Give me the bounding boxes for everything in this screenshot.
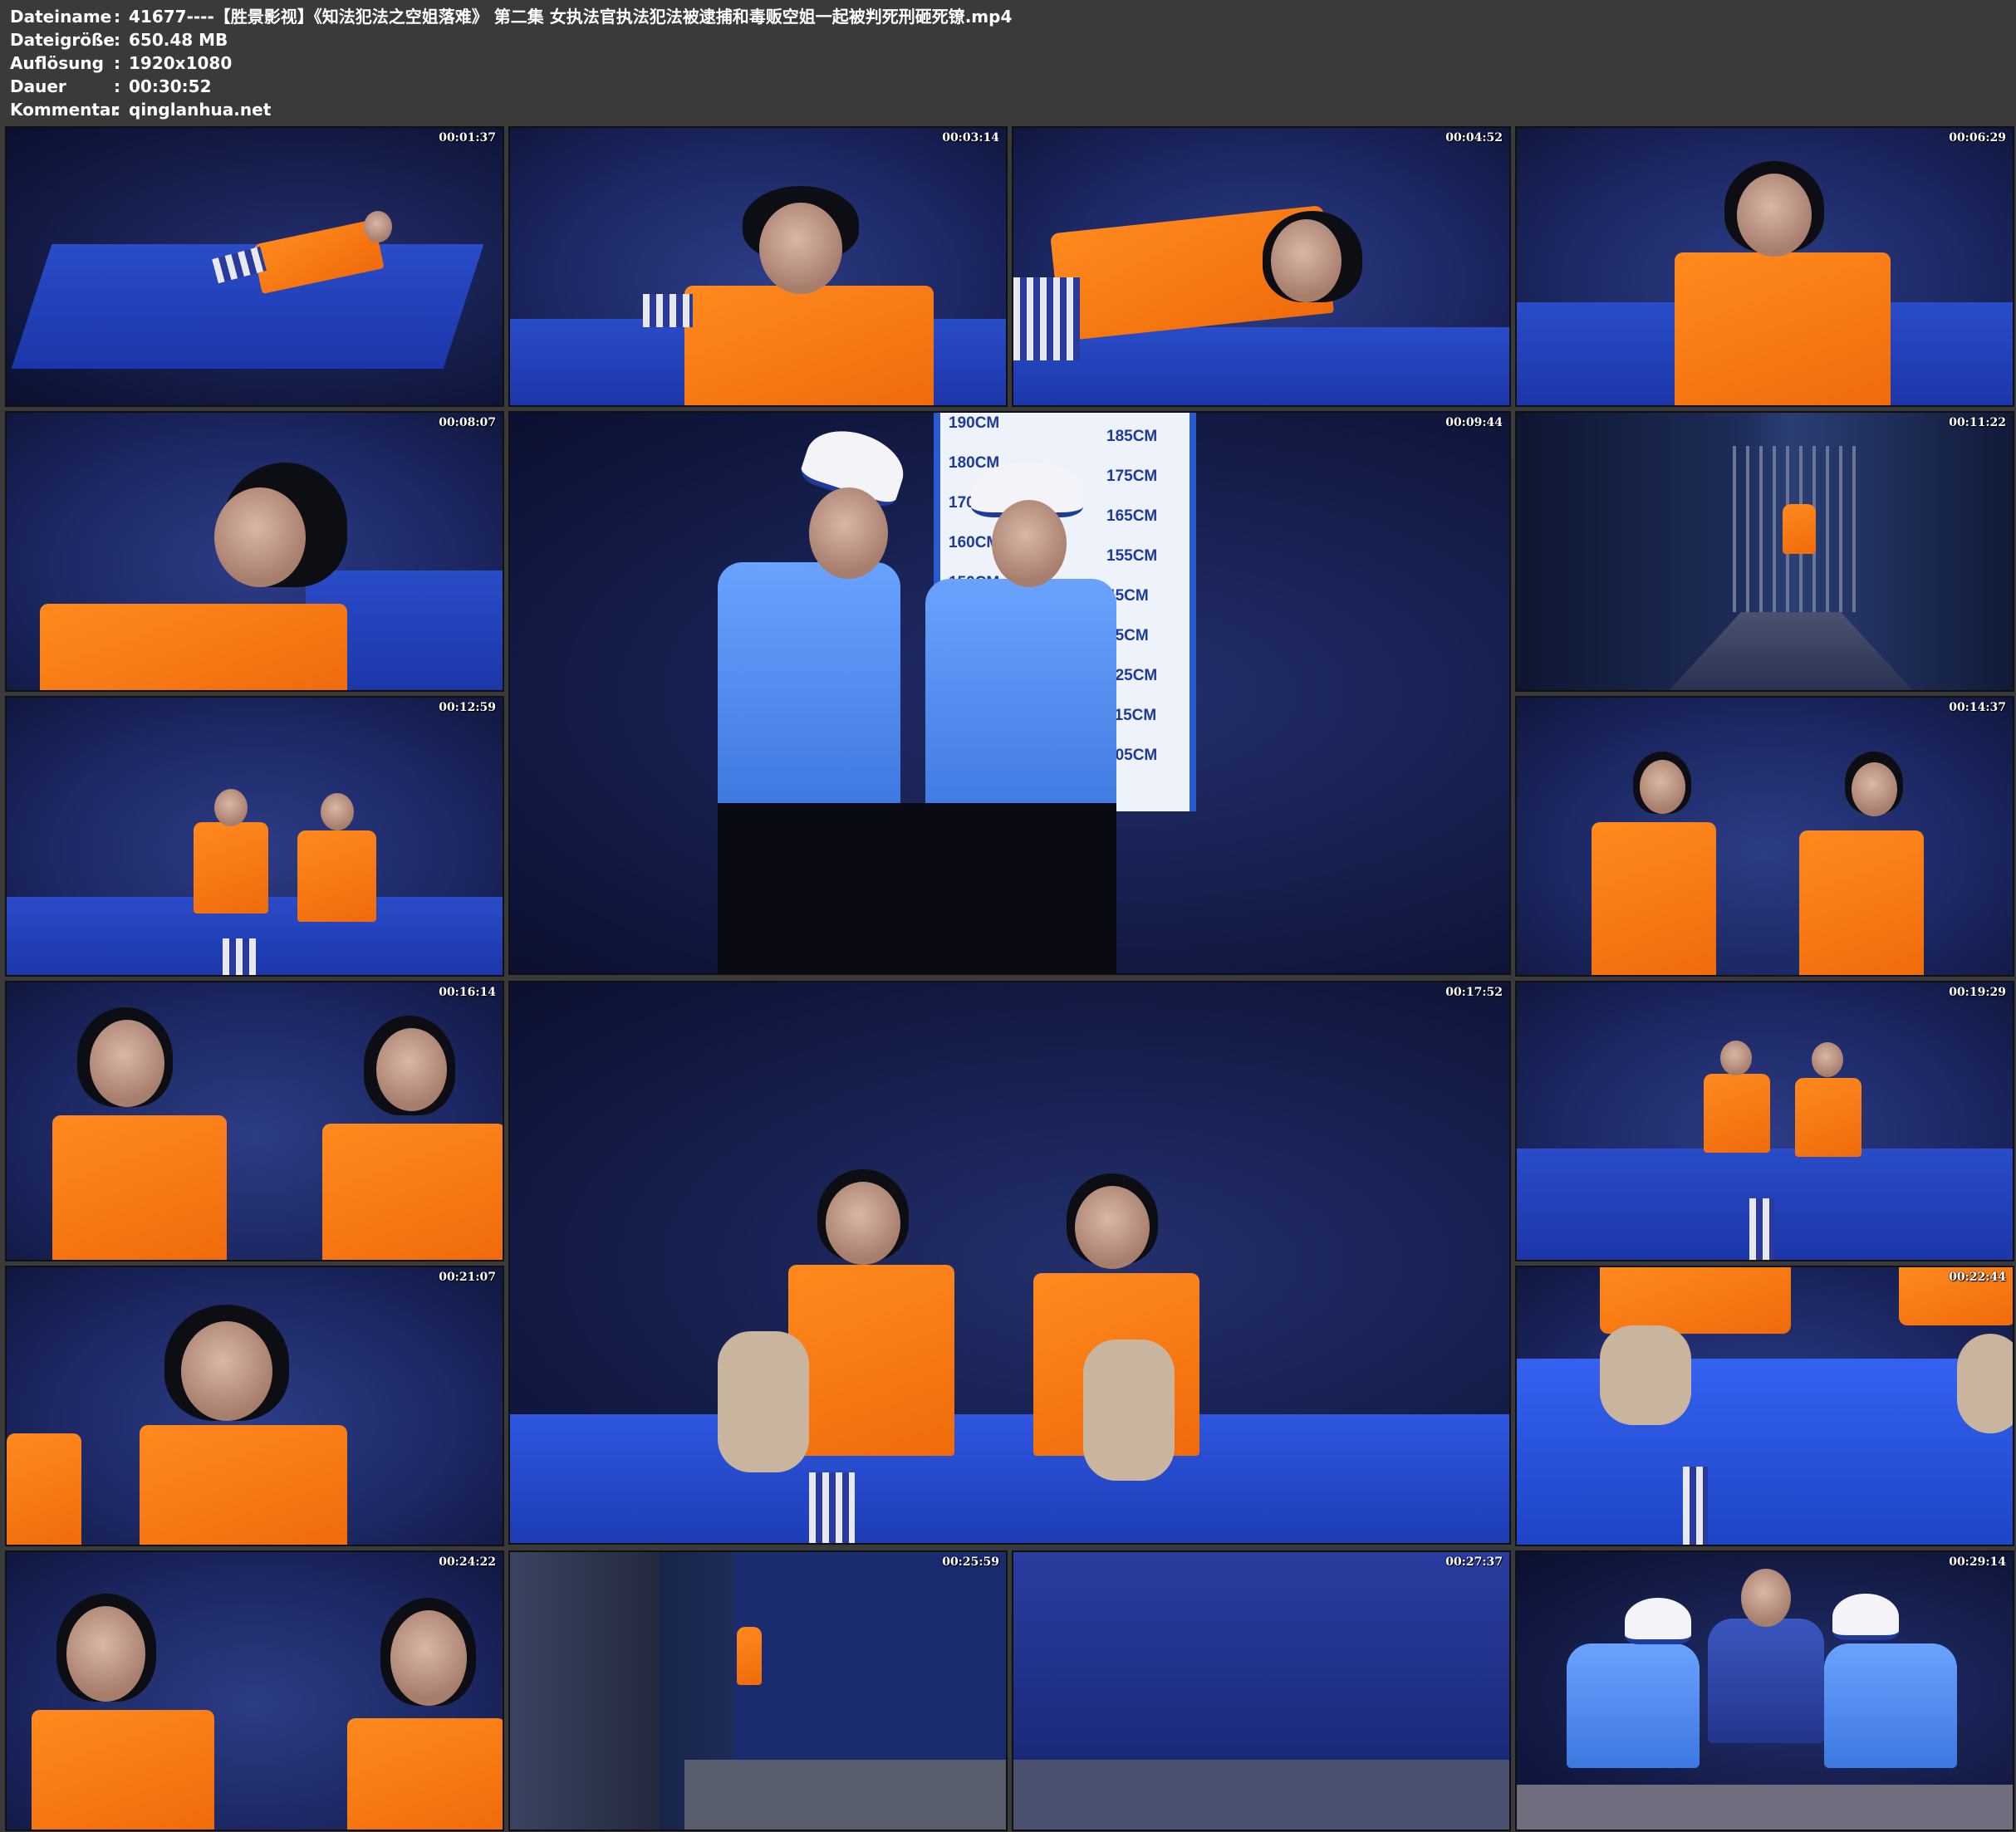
resolution-value: 1920x1080 <box>129 53 233 73</box>
file-metadata: Dateiname : 41677----【胜景影视】《知法犯法之空姐落难》 第… <box>10 5 1012 121</box>
timestamp: 00:08:07 <box>439 416 496 429</box>
timestamp: 00:27:37 <box>1445 1555 1503 1569</box>
thumbnail-1: 00:01:37 <box>5 126 504 407</box>
timestamp: 00:03:14 <box>942 131 999 145</box>
filesize-value: 650.48 MB <box>129 30 228 50</box>
thumbnail-8: 00:12:59 <box>5 696 504 977</box>
timestamp: 00:14:37 <box>1949 701 2006 714</box>
timestamp: 00:25:59 <box>942 1555 999 1569</box>
thumbnail-12: 00:19:29 <box>1515 981 2014 1261</box>
thumbnail-15: 00:24:22 <box>5 1550 504 1831</box>
thumbnail-10: 00:16:14 <box>5 981 504 1261</box>
timestamp: 00:22:44 <box>1949 1271 2006 1284</box>
thumbnail-9: 00:14:37 <box>1515 696 2014 977</box>
thumbnail-13: 00:21:07 <box>5 1266 504 1546</box>
thumbnail-18: 00:29:14 <box>1515 1550 2014 1831</box>
timestamp: 00:17:52 <box>1445 986 1503 999</box>
meta-row-resolution: Auflösung : 1920x1080 <box>10 53 233 73</box>
duration-value: 00:30:52 <box>129 76 212 96</box>
thumbnail-14: 00:22:44 <box>1515 1266 2014 1546</box>
meta-row-filename: Dateiname : 41677----【胜景影视】《知法犯法之空姐落难》 第… <box>10 7 1013 27</box>
meta-row-filesize: Dateigröße : 650.48 MB <box>10 30 228 50</box>
timestamp: 00:09:44 <box>1445 416 1503 429</box>
timestamp: 00:19:29 <box>1949 986 2006 999</box>
thumbnail-4: 00:06:29 <box>1515 126 2014 407</box>
timestamp: 00:06:29 <box>1949 131 2006 145</box>
thumbnail-7: 00:11:22 <box>1515 411 2014 692</box>
thumbnail-16: 00:25:59 <box>508 1550 1008 1831</box>
timestamp: 00:29:14 <box>1949 1555 2006 1569</box>
meta-row-duration: Dauer : 00:30:52 <box>10 76 212 96</box>
thumbnail-6: 190CM 180CM 170 160CM 150CM 185CM 175CM … <box>508 411 1511 975</box>
timestamp: 00:16:14 <box>439 986 496 999</box>
thumbnail-5: 00:08:07 <box>5 411 504 692</box>
meta-row-comment: Kommentar : qinglanhua.net <box>10 100 272 120</box>
filename-value: 41677----【胜景影视】《知法犯法之空姐落难》 第二集 女执法官执法犯法被… <box>129 7 1013 27</box>
comment-value: qinglanhua.net <box>129 100 272 120</box>
timestamp: 00:12:59 <box>439 701 496 714</box>
timestamp: 00:01:37 <box>439 131 496 145</box>
timestamp: 00:04:52 <box>1445 131 1503 145</box>
thumbnail-11: 00:17:52 <box>508 981 1511 1545</box>
timestamp: 00:11:22 <box>1949 416 2006 429</box>
timestamp: 00:21:07 <box>439 1271 496 1284</box>
timestamp: 00:24:22 <box>439 1555 496 1569</box>
thumbnail-17: 00:27:37 <box>1012 1550 1511 1831</box>
thumbnail-2: 00:03:14 <box>508 126 1008 407</box>
thumbnail-3: 00:04:52 <box>1012 126 1511 407</box>
